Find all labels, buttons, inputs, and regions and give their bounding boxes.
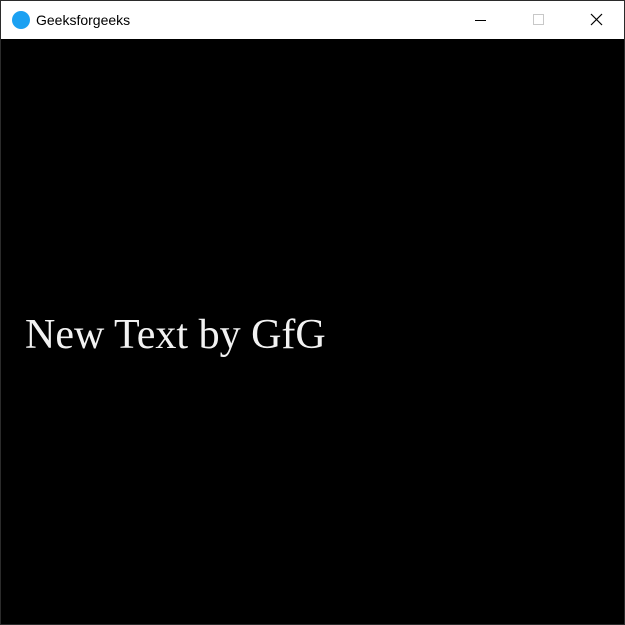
window-canvas: New Text by GfG xyxy=(1,39,624,624)
window-title: Geeksforgeeks xyxy=(36,12,131,28)
minimize-icon xyxy=(475,20,486,21)
title-bar[interactable]: Geeksforgeeks xyxy=(1,1,624,39)
app-circle-icon xyxy=(12,11,30,29)
maximize-button[interactable] xyxy=(509,1,567,39)
display-text: New Text by GfG xyxy=(25,312,326,358)
maximize-icon xyxy=(533,14,544,25)
app-window: Geeksforgeeks New Text by GfG xyxy=(0,0,625,625)
minimize-button[interactable] xyxy=(451,1,509,39)
close-icon xyxy=(590,13,603,26)
close-button[interactable] xyxy=(567,1,625,39)
